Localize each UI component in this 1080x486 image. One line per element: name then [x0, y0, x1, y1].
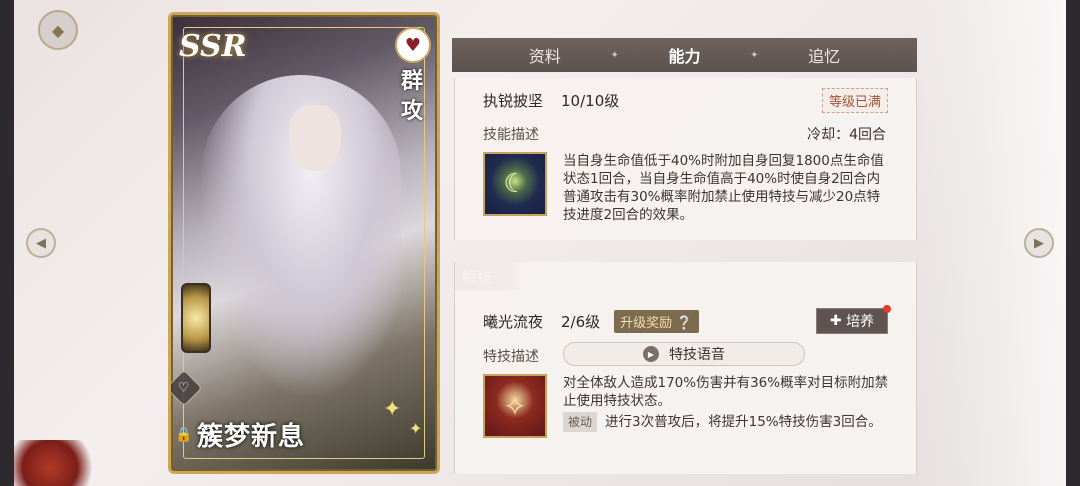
special-panel: 曦光流夜 2/6级 升级奖励 ❔ ✚ 培养 特技描述 ▶ 特技语音 ✧ 对全体敌…	[454, 262, 917, 474]
upgrade-reward-button[interactable]: 升级奖励 ❔	[614, 310, 699, 333]
tab-memory[interactable]: 追忆	[784, 43, 864, 67]
passive-row: 被动 进行3次普攻后，将提升15%特技伤害3回合。	[563, 412, 893, 432]
character-card[interactable]: ✦ ✦ SSR ♥ 群攻 ♡ 🔒 簇梦新息	[168, 12, 440, 474]
arrow-left-icon: ◀	[36, 235, 46, 251]
skill-level: 10/10级	[561, 92, 620, 110]
voice-label: 特技语音	[669, 347, 725, 363]
train-label: 培养	[846, 314, 875, 330]
card-name: 簇梦新息	[197, 422, 306, 452]
special-description: 对全体敌人造成170%伤害并有36%概率对目标附加禁止使用特技状态。	[563, 375, 889, 409]
tab-separator-icon: ✦	[750, 49, 759, 61]
home-button[interactable]: ◆	[38, 10, 78, 50]
skill-desc-label: 技能描述	[483, 127, 539, 143]
sparkle-icon: ✦	[383, 397, 402, 422]
character-face	[289, 105, 341, 171]
lantern-decoration	[181, 283, 211, 353]
tab-profile[interactable]: 资料	[505, 43, 585, 67]
heart-pulse-icon: ♥	[404, 34, 422, 56]
previous-character-button[interactable]: ◀	[26, 228, 56, 258]
next-character-button[interactable]: ▶	[1024, 228, 1054, 258]
special-desc-label: 特技描述	[483, 349, 539, 365]
question-icon: ❔	[676, 316, 693, 331]
special-level: 2/6级	[561, 313, 601, 331]
special-name: 曦光流夜	[483, 313, 544, 331]
compass-icon: ◆	[51, 20, 65, 40]
rarity-badge: SSR	[179, 29, 247, 64]
card-name-row: 🔒 簇梦新息	[175, 416, 305, 453]
upgrade-reward-label: 升级奖励	[620, 316, 673, 331]
skill-panel: 执锐披坚 10/10级 等级已满 技能描述 冷却：4回合 ☾ 当自身生命值低于4…	[454, 78, 917, 240]
screen-edge-right	[1066, 0, 1080, 486]
moon-leaf-icon[interactable]: ☾	[483, 152, 547, 216]
tab-ability[interactable]: 能力	[644, 43, 724, 67]
sparkle-icon: ✦	[409, 419, 423, 438]
attack-type-label: 群攻	[400, 69, 423, 124]
max-level-badge: 等级已满	[821, 88, 888, 113]
lock-icon[interactable]: 🔒	[175, 426, 193, 444]
rose-decoration	[14, 440, 104, 486]
lantern-emblem-icon[interactable]: ✧	[483, 374, 547, 438]
skill-description: 当自身生命值低于40%时附加自身回复1800点生命值状态1回合，当自身生命值高于…	[563, 153, 884, 223]
notification-dot	[883, 305, 891, 313]
arrow-right-icon: ▶	[1034, 235, 1044, 251]
passive-text: 进行3次普攻后，将提升15%特技伤害3回合。	[605, 414, 882, 430]
favor-button[interactable]: ♥	[395, 27, 431, 63]
special-voice-button[interactable]: ▶ 特技语音	[563, 342, 805, 366]
skill-cooldown: 冷却：4回合	[807, 127, 886, 143]
tab-bar: 资料 ✦ 能力 ✦ 追忆	[452, 38, 917, 72]
plus-icon: ✚	[829, 313, 847, 329]
passive-tag: 被动	[563, 412, 598, 432]
skill-name: 执锐披坚	[483, 92, 544, 110]
play-icon: ▶	[643, 346, 659, 362]
screen-edge-left	[0, 0, 14, 486]
tab-separator-icon: ✦	[610, 49, 619, 61]
train-button[interactable]: ✚ 培养	[816, 305, 891, 334]
